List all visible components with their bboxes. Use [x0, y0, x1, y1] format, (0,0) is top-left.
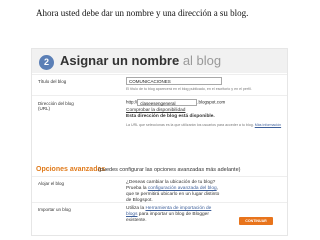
blog-title-input[interactable]: COMUNICACIONES — [126, 77, 222, 85]
url-prefix: http:// — [126, 99, 138, 105]
availability-message: Esta dirección de blog está disponible. — [126, 114, 215, 119]
blog-title-help: El título de tu blog aparecerá en el blo… — [126, 87, 252, 91]
step-title-rest: al blog — [182, 53, 222, 68]
blog-address-help-text: La URL que seleccionas es la que utiliza… — [126, 123, 254, 127]
import-text-before: Utiliza la — [126, 206, 146, 211]
instruction-caption: Ahora usted debe dar un nombre y una dir… — [36, 8, 249, 18]
blog-address-label-line2: (URL) — [38, 106, 50, 111]
step-number-badge: 2 — [39, 55, 54, 70]
host-blog-text: ¿Deseas cambiar la ubicación de tu blog?… — [126, 180, 221, 204]
step-title-main: Asignar un nombre — [60, 53, 180, 68]
blog-address-help: La URL que seleccionas es la que utiliza… — [126, 123, 281, 127]
continue-button[interactable]: CONTINUAR — [239, 217, 273, 225]
blog-address-label: Dirección del blog (URL) — [38, 101, 74, 111]
host-blog-label: Alojar el blog — [38, 181, 65, 186]
blog-address-row: Dirección del blog (URL) http://claseese… — [32, 95, 287, 161]
step-header: 2 Asignar un nombre al blog — [32, 49, 287, 73]
blog-address-input[interactable]: claseesengeneral — [137, 99, 198, 106]
more-info-link[interactable]: Más información — [255, 123, 281, 127]
blogger-step-panel: 2 Asignar un nombre al blog Título del b… — [31, 48, 288, 236]
url-suffix: .blogspot.com — [197, 99, 226, 105]
import-text-after: para importar un blog de Blogger existen… — [126, 212, 209, 223]
host-blog-row: Alojar el blog ¿Deseas cambiar la ubicac… — [32, 176, 287, 204]
advanced-options-subtitle: (puedes configurar las opciones avanzada… — [98, 167, 241, 173]
import-blog-label: Importar un blog — [38, 207, 71, 212]
blog-address-url: http://claseesengeneral .blogspot.com — [126, 99, 225, 106]
blog-title-row: Título del blog COMUNICACIONES El título… — [32, 74, 287, 94]
step-title: Asignar un nombre al blog — [60, 53, 221, 68]
import-blog-text: Utiliza la Herramienta de importación de… — [126, 206, 221, 224]
blog-title-label: Título del blog — [38, 79, 67, 84]
advanced-options-title: Opciones avanzadas — [36, 166, 106, 173]
advanced-config-link[interactable]: configuración avanzada del blog — [148, 186, 217, 191]
